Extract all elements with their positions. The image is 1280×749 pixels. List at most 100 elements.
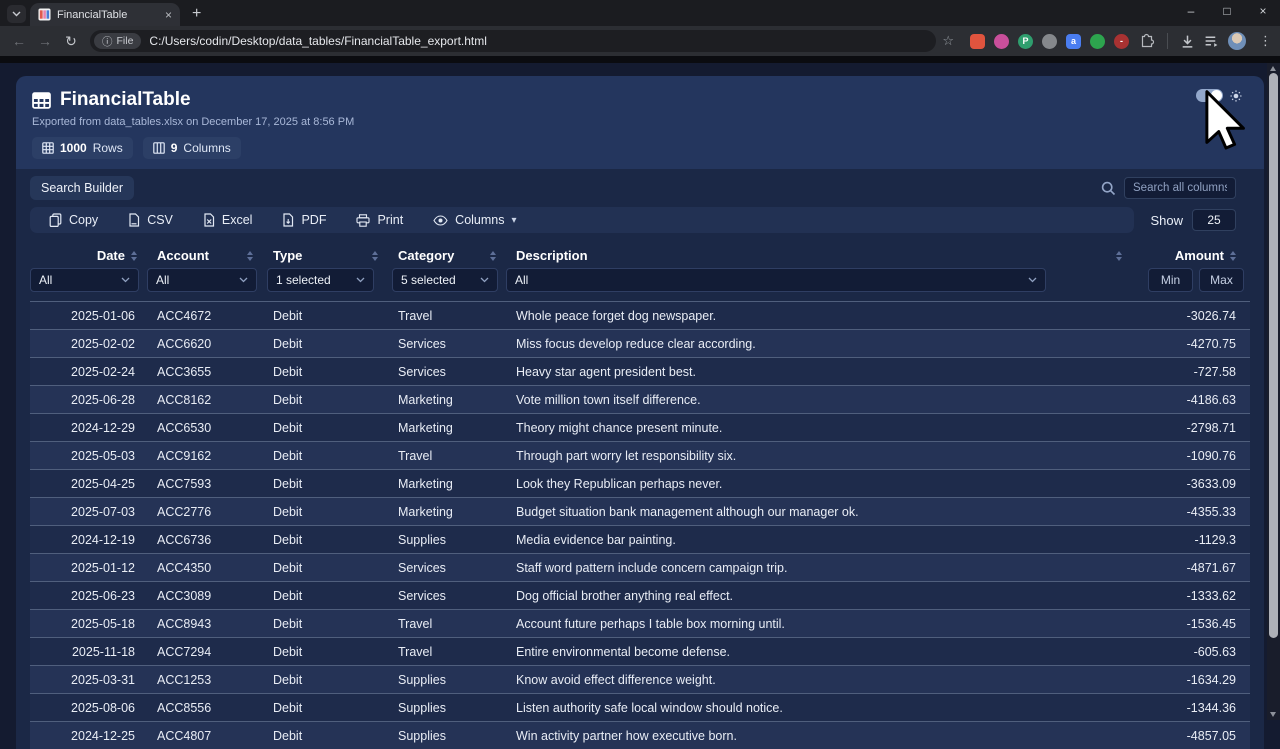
cell-category: Services xyxy=(388,582,506,610)
ext-icon-stop[interactable]: - xyxy=(1114,34,1129,49)
scrollbar-thumb[interactable] xyxy=(1269,73,1278,638)
cell-account: ACC4672 xyxy=(147,302,263,330)
description-filter-select[interactable]: All xyxy=(506,268,1046,292)
back-icon[interactable]: ← xyxy=(8,33,30,49)
search-builder-button[interactable]: Search Builder xyxy=(30,176,134,200)
menu-kebab-icon[interactable]: ⋮ xyxy=(1259,33,1272,49)
copy-icon xyxy=(49,213,62,227)
table-row[interactable]: 2025-02-02ACC6620DebitServicesMiss focus… xyxy=(30,330,1250,358)
ext-icon-red[interactable] xyxy=(970,34,985,49)
page-scrollbar[interactable] xyxy=(1267,63,1280,720)
cell-amount: -1634.29 xyxy=(1132,666,1250,694)
amount-max-input[interactable] xyxy=(1199,268,1244,292)
scroll-down-icon[interactable] xyxy=(1270,712,1276,717)
header-account[interactable]: Account xyxy=(147,241,263,268)
page-size-select[interactable]: 25 xyxy=(1192,209,1236,231)
table-row[interactable]: 2025-01-12ACC4350DebitServicesStaff word… xyxy=(30,554,1250,582)
header-type[interactable]: Type xyxy=(263,241,388,268)
url-bar[interactable]: ⓘ File C:/Users/codin/Desktop/data_table… xyxy=(90,30,936,52)
header-date[interactable]: Date xyxy=(30,241,147,268)
search-input[interactable] xyxy=(1124,177,1236,199)
type-filter-select[interactable]: 1 selected xyxy=(267,268,374,292)
category-filter-select[interactable]: 5 selected xyxy=(392,268,498,292)
ext-icon-sprout[interactable] xyxy=(1090,34,1105,49)
minimize-button[interactable]: – xyxy=(1184,4,1198,18)
date-filter-select[interactable]: All xyxy=(30,268,139,292)
cell-type: Debit xyxy=(263,330,388,358)
columns-button[interactable]: Columns ▾ xyxy=(418,207,531,233)
chevron-down-icon xyxy=(121,277,130,283)
copy-button[interactable]: Copy xyxy=(34,207,113,233)
chevron-down-icon xyxy=(356,277,365,283)
downloads-icon[interactable] xyxy=(1180,34,1195,49)
cell-description: Win activity partner how executive born. xyxy=(506,722,1132,749)
cell-account: ACC4807 xyxy=(147,722,263,749)
ext-icon-green-p[interactable]: P xyxy=(1018,34,1033,49)
cell-date: 2024-12-29 xyxy=(30,414,147,442)
account-filter-select[interactable]: All xyxy=(147,268,257,292)
table-row[interactable]: 2025-05-03ACC9162DebitTravelThrough part… xyxy=(30,442,1250,470)
table-row[interactable]: 2025-05-18ACC8943DebitTravelAccount futu… xyxy=(30,610,1250,638)
amount-min-input[interactable] xyxy=(1148,268,1193,292)
cell-type: Debit xyxy=(263,554,388,582)
cell-date: 2025-06-28 xyxy=(30,386,147,414)
sort-icon xyxy=(490,251,496,261)
cell-amount: -1344.36 xyxy=(1132,694,1250,722)
url-text: C:/Users/codin/Desktop/data_tables/Finan… xyxy=(149,34,487,48)
reading-list-icon[interactable] xyxy=(1204,34,1219,49)
cell-type: Debit xyxy=(263,638,388,666)
columns-badge: 9 Columns xyxy=(143,137,241,159)
tab-search-button[interactable] xyxy=(7,5,26,23)
ext-icon-camera[interactable] xyxy=(1042,34,1057,49)
profile-avatar[interactable] xyxy=(1228,32,1246,50)
cell-account: ACC7294 xyxy=(147,638,263,666)
chevron-down-icon xyxy=(12,11,21,17)
cell-date: 2025-01-12 xyxy=(30,554,147,582)
table-row[interactable]: 2025-01-06ACC4672DebitTravelWhole peace … xyxy=(30,302,1250,330)
refresh-icon[interactable]: ↻ xyxy=(60,33,82,50)
cell-category: Marketing xyxy=(388,386,506,414)
cell-category: Marketing xyxy=(388,470,506,498)
close-button[interactable]: × xyxy=(1256,4,1270,18)
table-row[interactable]: 2025-06-28ACC8162DebitMarketingVote mill… xyxy=(30,386,1250,414)
table-row[interactable]: 2025-04-25ACC7593DebitMarketingLook they… xyxy=(30,470,1250,498)
ext-icon-pink[interactable] xyxy=(994,34,1009,49)
maximize-button[interactable]: □ xyxy=(1220,4,1234,18)
scroll-up-icon[interactable] xyxy=(1270,66,1276,71)
header-amount[interactable]: Amount xyxy=(1132,241,1250,268)
table-row[interactable]: 2024-12-19ACC6736DebitSuppliesMedia evid… xyxy=(30,526,1250,554)
excel-button[interactable]: Excel xyxy=(188,207,268,233)
table-row[interactable]: 2024-12-29ACC6530DebitMarketingTheory mi… xyxy=(30,414,1250,442)
table-row[interactable]: 2025-02-24ACC3655DebitServicesHeavy star… xyxy=(30,358,1250,386)
cell-category: Supplies xyxy=(388,666,506,694)
table-row[interactable]: 2025-08-06ACC8556DebitSuppliesListen aut… xyxy=(30,694,1250,722)
cell-type: Debit xyxy=(263,386,388,414)
cell-type: Debit xyxy=(263,666,388,694)
cell-type: Debit xyxy=(263,498,388,526)
tab-close-icon[interactable]: × xyxy=(165,9,172,21)
table-row[interactable]: 2025-11-18ACC7294DebitTravelEntire envir… xyxy=(30,638,1250,666)
table-row[interactable]: 2025-03-31ACC1253DebitSuppliesKnow avoid… xyxy=(30,666,1250,694)
table-row[interactable]: 2025-06-23ACC3089DebitServicesDog offici… xyxy=(30,582,1250,610)
cell-date: 2025-04-25 xyxy=(30,470,147,498)
cell-description: Whole peace forget dog newspaper. xyxy=(506,302,1132,330)
cell-date: 2025-06-23 xyxy=(30,582,147,610)
table-row[interactable]: 2025-07-03ACC2776DebitMarketingBudget si… xyxy=(30,498,1250,526)
browser-tab[interactable]: FinancialTable × xyxy=(30,3,180,26)
pdf-button[interactable]: PDF xyxy=(267,207,341,233)
new-tab-button[interactable]: + xyxy=(192,6,201,22)
info-icon: ⓘ xyxy=(102,34,113,49)
forward-icon[interactable]: → xyxy=(34,33,56,49)
csv-button[interactable]: CSV xyxy=(113,207,188,233)
cell-amount: -727.58 xyxy=(1132,358,1250,386)
bookmark-star-icon[interactable]: ☆ xyxy=(942,33,954,49)
table-icon xyxy=(32,91,51,110)
header-category[interactable]: Category xyxy=(388,241,506,268)
print-button[interactable]: Print xyxy=(341,207,418,233)
cell-date: 2024-12-25 xyxy=(30,722,147,749)
ext-icon-blue[interactable]: a xyxy=(1066,34,1081,49)
cell-category: Travel xyxy=(388,610,506,638)
extensions-puzzle-icon[interactable] xyxy=(1139,33,1155,49)
table-row[interactable]: 2024-12-25ACC4807DebitSuppliesWin activi… xyxy=(30,722,1250,749)
header-description[interactable]: Description xyxy=(506,241,1132,268)
